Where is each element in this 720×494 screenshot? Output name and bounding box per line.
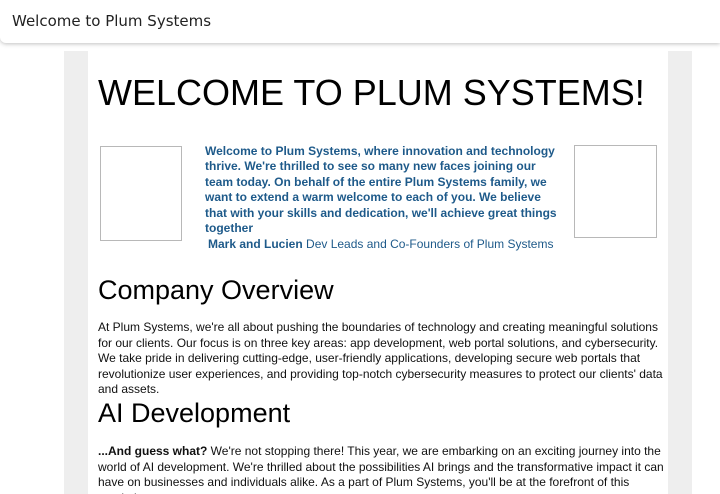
- main-content: WELCOME TO PLUM SYSTEMS! Welcome to Plum…: [88, 51, 668, 494]
- company-overview-heading: Company Overview: [98, 275, 334, 305]
- window-title: Welcome to Plum Systems: [12, 12, 212, 30]
- left-image-placeholder: [100, 146, 182, 241]
- signature-role: Dev Leads and Co-Founders of Plum System…: [302, 237, 554, 251]
- page-title: WELCOME TO PLUM SYSTEMS!: [98, 72, 645, 113]
- window-title-bar: Welcome to Plum Systems: [0, 0, 720, 43]
- right-image-placeholder: [574, 145, 657, 238]
- company-overview-text: At Plum Systems, we're all about pushing…: [98, 320, 663, 396]
- ai-development-text: ...And guess what? We're not stopping th…: [98, 444, 664, 494]
- ai-lead-text: ...And guess what?: [98, 444, 208, 458]
- welcome-message: Welcome to Plum Systems, where innovatio…: [205, 144, 557, 236]
- ai-development-heading: AI Development: [98, 398, 291, 428]
- welcome-signature: Mark and Lucien Dev Leads and Co-Founder…: [205, 237, 575, 252]
- signature-names: Mark and Lucien: [208, 237, 303, 251]
